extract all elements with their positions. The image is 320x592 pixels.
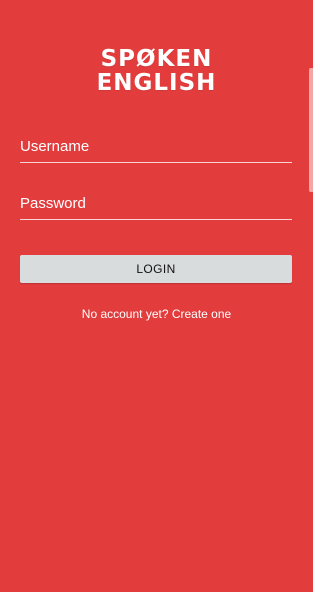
username-field-wrapper (20, 130, 292, 163)
app-logo: SPØKEN ENGLISH (0, 48, 313, 96)
create-account-link[interactable]: No account yet? Create one (0, 307, 313, 321)
login-screen: SPØKEN ENGLISH LOGIN No account yet? Cre… (0, 0, 313, 592)
username-input[interactable] (20, 130, 292, 162)
logo-line-1: SPØKEN (100, 46, 213, 72)
login-button[interactable]: LOGIN (20, 255, 292, 283)
password-field-wrapper (20, 187, 292, 220)
logo-line-2: ENGLISH (96, 70, 217, 96)
password-input[interactable] (20, 187, 292, 219)
